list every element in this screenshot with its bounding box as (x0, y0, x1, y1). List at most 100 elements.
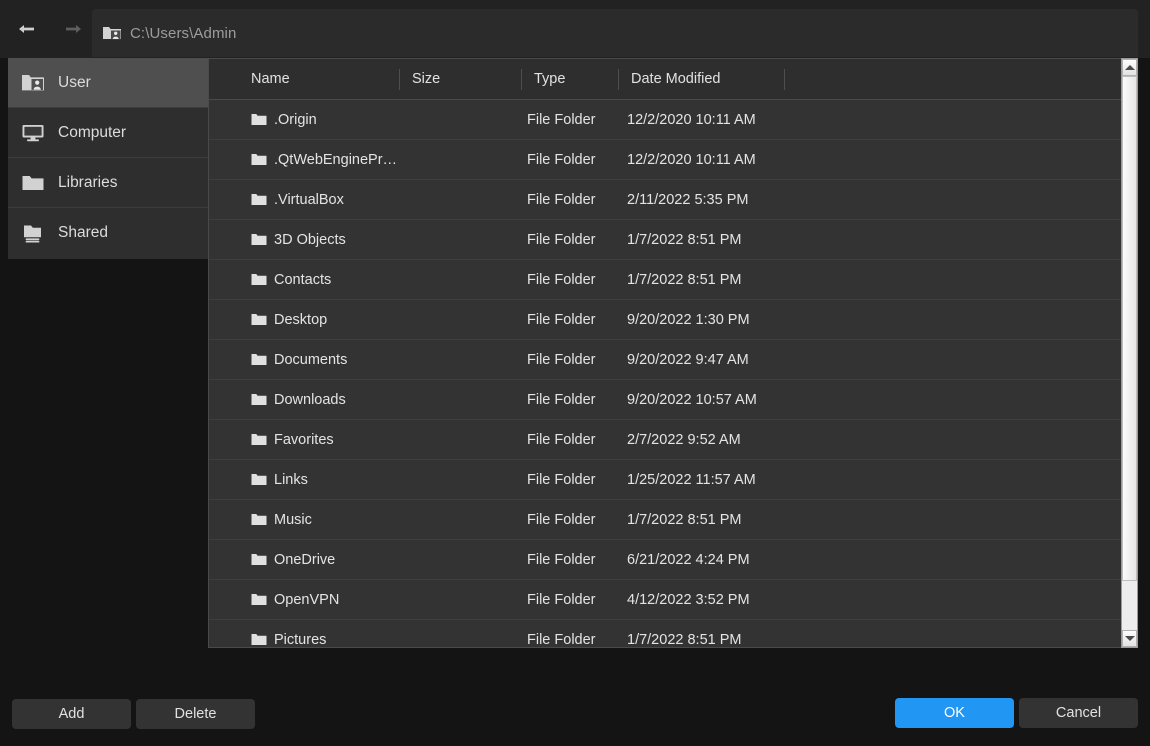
scroll-up-button[interactable] (1122, 59, 1137, 76)
folder-icon (251, 273, 267, 286)
cell-size (407, 260, 517, 300)
cell-date: 2/11/2022 5:35 PM (627, 180, 867, 220)
cell-size (407, 180, 517, 220)
cell-type: File Folder (527, 460, 622, 500)
table-row[interactable]: Pictures File Folder1/7/2022 8:51 PM (209, 620, 1137, 648)
cell-name: 3D Objects (274, 220, 424, 260)
folder-icon (251, 473, 267, 486)
cell-name: .Origin (274, 100, 424, 140)
cell-date: 9/20/2022 10:57 AM (627, 380, 867, 420)
cell-type: File Folder (527, 540, 622, 580)
cell-type: File Folder (527, 500, 622, 540)
table-row[interactable]: FavoritesFile Folder2/7/2022 9:52 AM (209, 420, 1137, 460)
table-row[interactable]: Music File Folder1/7/2022 8:51 PM (209, 500, 1137, 540)
cell-type: File Folder (527, 620, 622, 648)
scrollbar-track[interactable] (1122, 76, 1137, 630)
cell-type: File Folder (527, 300, 622, 340)
table-row[interactable]: DownloadsFile Folder9/20/2022 10:57 AM (209, 380, 1137, 420)
table-row[interactable]: LinksFile Folder1/25/2022 11:57 AM (209, 460, 1137, 500)
folder-icon (251, 393, 267, 406)
cell-name: Pictures (274, 620, 424, 648)
ok-button[interactable]: OK (895, 698, 1014, 728)
cell-type: File Folder (527, 140, 622, 180)
shared-folder-icon (20, 222, 46, 244)
cell-name: .QtWebEnginePr… (274, 140, 424, 180)
scroll-down-button[interactable] (1122, 630, 1137, 647)
folder-icon (251, 593, 267, 606)
cell-date: 1/7/2022 8:51 PM (627, 220, 867, 260)
cell-type: File Folder (527, 180, 622, 220)
forward-button[interactable] (52, 12, 94, 46)
navigation-bar: C:\Users\Admin (0, 0, 1150, 58)
cell-size (407, 220, 517, 260)
user-folder-icon (102, 25, 122, 41)
table-row[interactable]: DocumentsFile Folder9/20/2022 9:47 AM (209, 340, 1137, 380)
column-header-type[interactable]: Type (534, 59, 565, 99)
sidebar-item-computer[interactable]: Computer (8, 108, 208, 158)
cell-date: 12/2/2020 10:11 AM (627, 140, 867, 180)
delete-button[interactable]: Delete (136, 699, 255, 729)
caret-up-icon (1125, 65, 1135, 70)
table-row[interactable]: Desktop File Folder9/20/2022 1:30 PM (209, 300, 1137, 340)
column-divider[interactable] (399, 69, 400, 90)
cell-size (407, 580, 517, 620)
arrow-right-icon (64, 23, 82, 35)
column-divider[interactable] (618, 69, 619, 90)
cell-size (407, 620, 517, 648)
cell-name: Links (274, 460, 424, 500)
folder-icon (251, 633, 267, 646)
cell-size (407, 300, 517, 340)
cell-name: Desktop (274, 300, 424, 340)
cell-date: 1/7/2022 8:51 PM (627, 620, 867, 648)
column-header-name[interactable]: Name (251, 59, 290, 99)
sidebar-item-label: Libraries (58, 174, 117, 192)
sidebar-item-label: Shared (58, 224, 108, 242)
scrollbar-thumb[interactable] (1122, 76, 1137, 581)
cell-size (407, 100, 517, 140)
table-row[interactable]: .OriginFile Folder12/2/2020 10:11 AM (209, 100, 1137, 140)
folder-icon (251, 113, 267, 126)
cell-date: 12/2/2020 10:11 AM (627, 100, 867, 140)
table-row[interactable]: OpenVPNFile Folder4/12/2022 3:52 PM (209, 580, 1137, 620)
cell-date: 4/12/2022 3:52 PM (627, 580, 867, 620)
add-button[interactable]: Add (12, 699, 131, 729)
table-row[interactable]: .QtWebEnginePr… File Folder12/2/2020 10:1… (209, 140, 1137, 180)
table-row[interactable]: 3D ObjectsFile Folder1/7/2022 8:51 PM (209, 220, 1137, 260)
path-input[interactable]: C:\Users\Admin (92, 9, 1138, 57)
cell-size (407, 420, 517, 460)
vertical-scrollbar[interactable] (1121, 58, 1138, 648)
file-list: .OriginFile Folder12/2/2020 10:11 AM.QtW… (209, 100, 1137, 648)
cell-name: Favorites (274, 420, 424, 460)
column-divider[interactable] (784, 69, 785, 90)
table-row[interactable]: OneDriveFile Folder6/21/2022 4:24 PM (209, 540, 1137, 580)
caret-down-icon (1125, 636, 1135, 641)
folder-icon (251, 233, 267, 246)
cell-name: .VirtualBox (274, 180, 424, 220)
sidebar-item-libraries[interactable]: Libraries (8, 158, 208, 208)
table-row[interactable]: .VirtualBox File Folder2/11/2022 5:35 PM (209, 180, 1137, 220)
back-button[interactable] (6, 12, 48, 46)
column-header-size[interactable]: Size (412, 59, 440, 99)
table-row[interactable]: ContactsFile Folder1/7/2022 8:51 PM (209, 260, 1137, 300)
column-header-date[interactable]: Date Modified (631, 59, 720, 99)
folder-icon (251, 193, 267, 206)
cell-date: 2/7/2022 9:52 AM (627, 420, 867, 460)
folder-icon (251, 153, 267, 166)
folder-icon (251, 353, 267, 366)
column-divider[interactable] (521, 69, 522, 90)
sidebar-item-shared[interactable]: Shared (8, 208, 208, 258)
folder-icon (20, 172, 46, 194)
cell-name: OpenVPN (274, 580, 424, 620)
cell-date: 1/7/2022 8:51 PM (627, 500, 867, 540)
monitor-icon (20, 122, 46, 144)
cell-name: Downloads (274, 380, 424, 420)
cell-name: Music (274, 500, 424, 540)
folder-icon (251, 553, 267, 566)
cell-size (407, 140, 517, 180)
sidebar-item-user[interactable]: User (8, 58, 208, 108)
cell-date: 9/20/2022 1:30 PM (627, 300, 867, 340)
folder-icon (251, 513, 267, 526)
cancel-button[interactable]: Cancel (1019, 698, 1138, 728)
cell-type: File Folder (527, 340, 622, 380)
cell-name: Documents (274, 340, 424, 380)
